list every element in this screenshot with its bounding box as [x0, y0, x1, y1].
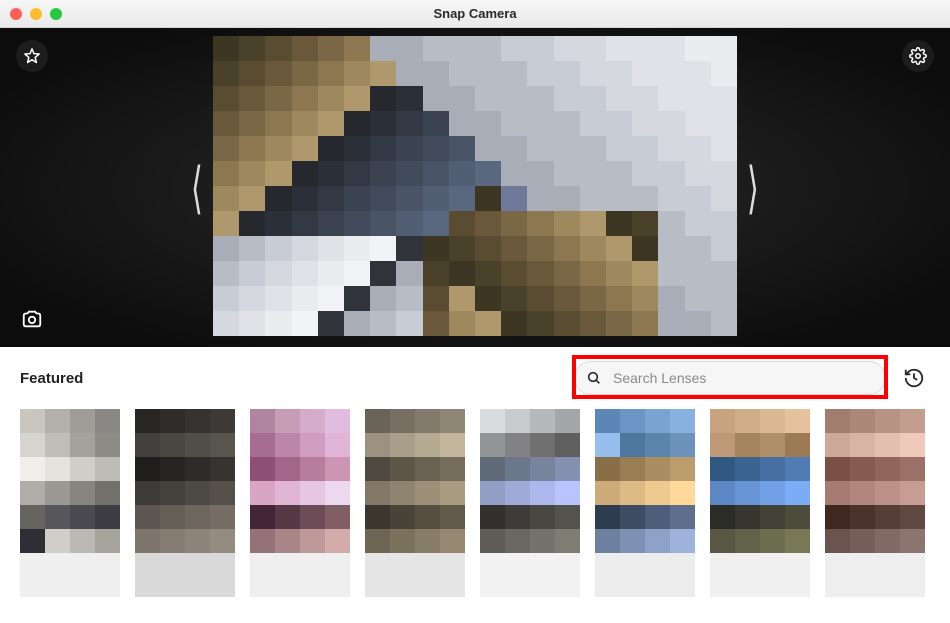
window-controls	[10, 8, 62, 20]
camera-preview	[213, 36, 737, 336]
lens-caption	[825, 553, 925, 597]
lens-thumbnail	[710, 409, 810, 553]
maximize-window-button[interactable]	[50, 8, 62, 20]
minimize-window-button[interactable]	[30, 8, 42, 20]
lens-caption	[20, 553, 120, 597]
lens-caption	[135, 553, 235, 597]
camera-preview-area: ⟨ ⟩	[0, 28, 950, 347]
search-container	[574, 361, 886, 395]
lens-caption	[710, 553, 810, 597]
gear-icon	[909, 47, 927, 65]
lens-card[interactable]	[825, 409, 925, 599]
lens-card[interactable]	[480, 409, 580, 599]
lens-card[interactable]	[365, 409, 465, 599]
previous-lens-button[interactable]: ⟨	[191, 156, 203, 221]
lens-thumbnail	[825, 409, 925, 553]
lens-card[interactable]	[710, 409, 810, 599]
panel-header: Featured	[0, 347, 950, 403]
lens-caption	[365, 553, 465, 597]
search-input[interactable]	[574, 361, 886, 395]
lens-panel: Featured	[0, 347, 950, 623]
lens-card[interactable]	[250, 409, 350, 599]
lens-gallery	[0, 403, 950, 599]
search-icon	[586, 370, 602, 386]
camera-icon	[21, 308, 43, 330]
lens-card[interactable]	[135, 409, 235, 599]
title-bar: Snap Camera	[0, 0, 950, 28]
lens-card[interactable]	[20, 409, 120, 599]
lens-thumbnail	[20, 409, 120, 553]
lens-thumbnail	[365, 409, 465, 553]
section-title: Featured	[20, 370, 574, 387]
lens-thumbnail	[480, 409, 580, 553]
lens-thumbnail	[250, 409, 350, 553]
window-title: Snap Camera	[433, 6, 516, 21]
favorites-button[interactable]	[16, 40, 48, 72]
next-lens-button[interactable]: ⟩	[747, 156, 759, 221]
star-icon	[23, 47, 41, 65]
lens-thumbnail	[595, 409, 695, 553]
lens-thumbnail	[135, 409, 235, 553]
lens-card[interactable]	[595, 409, 695, 599]
history-icon	[903, 367, 925, 389]
history-button[interactable]	[898, 362, 930, 394]
capture-button[interactable]	[16, 303, 48, 335]
settings-button[interactable]	[902, 40, 934, 72]
close-window-button[interactable]	[10, 8, 22, 20]
lens-caption	[480, 553, 580, 597]
lens-caption	[250, 553, 350, 597]
lens-caption	[595, 553, 695, 597]
